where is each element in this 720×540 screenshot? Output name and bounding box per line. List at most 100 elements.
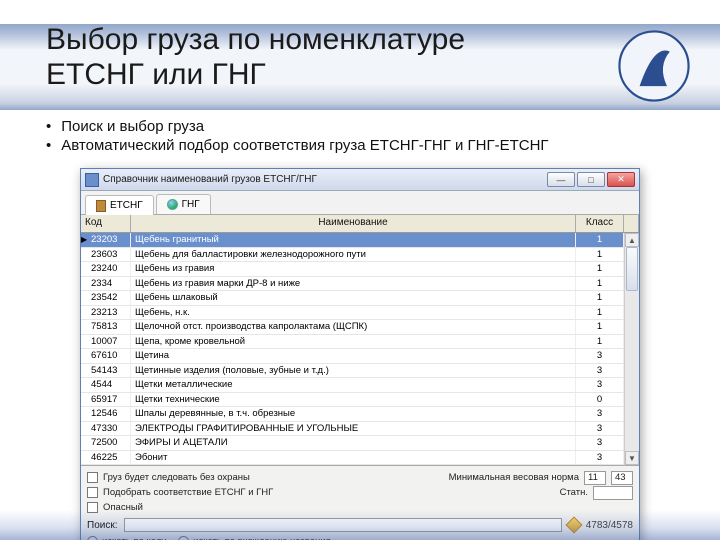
- cell-name: Эвкоммия: [131, 465, 576, 466]
- cell-name: Щебень шлаковый: [131, 291, 576, 305]
- table-row[interactable]: 72500ЭФИРЫ И АЦЕТАЛИ3: [81, 436, 624, 451]
- checkbox-match[interactable]: [87, 487, 98, 498]
- scroll-down-button[interactable]: ▼: [625, 451, 639, 465]
- cell-code: 75813: [81, 320, 131, 334]
- cell-name: ЭФИРЫ И АЦЕТАЛИ: [131, 436, 576, 450]
- scroll-up-button[interactable]: ▲: [625, 233, 639, 247]
- table-row[interactable]: 23542Щебень шлаковый1: [81, 291, 624, 306]
- cell-code: 47330: [81, 422, 131, 436]
- cell-name: Щепа, кроме кровельной: [131, 335, 576, 349]
- scrollbar-vertical[interactable]: ▲ ▼: [624, 233, 639, 466]
- table-header: Код Наименование Класс: [81, 215, 639, 233]
- static-input[interactable]: [593, 486, 633, 500]
- tab-bar: ЕТСНГ ГНГ: [81, 191, 639, 215]
- tab-label: ГНГ: [182, 199, 200, 210]
- table-row[interactable]: 47330ЭЛЕКТРОДЫ ГРАФИТИРОВАННЫЕ И УГОЛЬНЫ…: [81, 422, 624, 437]
- cell-class: 1: [576, 248, 624, 262]
- cell-class: 3: [576, 407, 624, 421]
- min-weight-label: Минимальная весовая норма: [449, 472, 579, 483]
- checkbox-label: Подобрать соответствие ЕТСНГ и ГНГ: [103, 487, 273, 498]
- cell-class: 1: [576, 262, 624, 276]
- table-row[interactable]: 4544Щетки металлические3: [81, 378, 624, 393]
- table-row[interactable]: 46225Эбонит3: [81, 451, 624, 466]
- bullet-item: Поиск и выбор груза: [46, 118, 549, 135]
- cell-class: 1: [576, 306, 624, 320]
- cell-code: 2334: [81, 277, 131, 291]
- table-row[interactable]: 54143Щетинные изделия (половые, зубные и…: [81, 364, 624, 379]
- table-row[interactable]: 75813Щелочной отст. производства капрола…: [81, 320, 624, 335]
- cell-class: 1: [576, 291, 624, 305]
- slide-title: Выбор груза по номенклатуре ЕТСНГ или ГН…: [46, 22, 566, 93]
- cell-name: Эбонит: [131, 451, 576, 465]
- bullet-item: Автоматический подбор соответствия груза…: [46, 137, 549, 154]
- minimize-button[interactable]: —: [547, 172, 575, 187]
- cell-code: 23203: [81, 233, 131, 247]
- cell-code: 72500: [81, 436, 131, 450]
- tab-gng[interactable]: ГНГ: [156, 194, 211, 214]
- table-row[interactable]: 23203Щебень гранитный1: [81, 233, 624, 248]
- cell-class: 3: [576, 451, 624, 465]
- cell-code: 23240: [81, 262, 131, 276]
- col-name[interactable]: Наименование: [131, 215, 576, 232]
- table-row[interactable]: 12546Шпалы деревянные, в т.ч. обрезные3: [81, 407, 624, 422]
- cell-name: Щебень из гравия: [131, 262, 576, 276]
- table-row[interactable]: 65917Щетки технические0: [81, 393, 624, 408]
- cell-class: 1: [576, 320, 624, 334]
- checkbox-without-guard[interactable]: [87, 472, 98, 483]
- window-title: Справочник наименований грузов ЕТСНГ/ГНГ: [103, 174, 545, 185]
- cell-class: 3: [576, 364, 624, 378]
- close-button[interactable]: ✕: [607, 172, 635, 187]
- titlebar[interactable]: Справочник наименований грузов ЕТСНГ/ГНГ…: [81, 169, 639, 191]
- checkbox-label: Груз будет следовать без охраны: [103, 472, 250, 483]
- cell-name: Щетина: [131, 349, 576, 363]
- cell-name: Щетки металлические: [131, 378, 576, 392]
- table-row[interactable]: 10007Щепа, кроме кровельной1: [81, 335, 624, 350]
- cell-code: 46225: [81, 451, 131, 465]
- min-weight-input-b[interactable]: 43: [611, 471, 633, 485]
- min-weight-input-a[interactable]: 11: [584, 471, 606, 485]
- col-scroll-spacer: [624, 215, 639, 232]
- scroll-track[interactable]: [625, 247, 639, 451]
- cell-code: 67610: [81, 349, 131, 363]
- tab-label: ЕТСНГ: [110, 200, 143, 211]
- globe-icon: [167, 199, 178, 210]
- cell-code: 12546: [81, 407, 131, 421]
- tab-etsng[interactable]: ЕТСНГ: [85, 195, 154, 215]
- table-row[interactable]: 67610Щетина3: [81, 349, 624, 364]
- cell-name: Щелочной отст. производства капролактама…: [131, 320, 576, 334]
- cell-name: Щебень для балластировки железнодорожног…: [131, 248, 576, 262]
- col-code[interactable]: Код: [81, 215, 131, 232]
- cell-class: 3: [576, 349, 624, 363]
- cell-code: 65917: [81, 393, 131, 407]
- cell-class: 1: [576, 277, 624, 291]
- cell-name: Щебень гранитный: [131, 233, 576, 247]
- table-row[interactable]: 23240Щебень из гравия1: [81, 262, 624, 277]
- cell-code: 23213: [81, 306, 131, 320]
- scroll-thumb[interactable]: [626, 247, 638, 291]
- cell-class: 1: [576, 233, 624, 247]
- cell-code: 23542: [81, 291, 131, 305]
- table-body[interactable]: 23203Щебень гранитный123603Щебень для ба…: [81, 233, 624, 466]
- table-row[interactable]: 23603Щебень для балластировки железнодор…: [81, 248, 624, 263]
- static-label: Статн.: [560, 487, 588, 498]
- logo: [618, 30, 690, 107]
- book-icon: [96, 200, 106, 212]
- slide-bullets: Поиск и выбор груза Автоматический подбо…: [46, 118, 549, 156]
- col-class[interactable]: Класс: [576, 215, 624, 232]
- cell-code: 4544: [81, 378, 131, 392]
- cell-class: 3: [576, 378, 624, 392]
- cell-code: 10007: [81, 335, 131, 349]
- footer-decoration: [0, 510, 720, 540]
- table-row[interactable]: 26156Эвкоммия3: [81, 465, 624, 466]
- dialog-window: Справочник наименований грузов ЕТСНГ/ГНГ…: [80, 168, 640, 540]
- table-row[interactable]: 23213Щебень, н.к.1: [81, 306, 624, 321]
- cell-name: Щетинные изделия (половые, зубные и т.д.…: [131, 364, 576, 378]
- cell-class: 0: [576, 393, 624, 407]
- cell-name: Щебень, н.к.: [131, 306, 576, 320]
- table-row[interactable]: 2334Щебень из гравия марки ДР-8 и ниже1: [81, 277, 624, 292]
- cell-name: Щебень из гравия марки ДР-8 и ниже: [131, 277, 576, 291]
- cell-name: ЭЛЕКТРОДЫ ГРАФИТИРОВАННЫЕ И УГОЛЬНЫЕ: [131, 422, 576, 436]
- maximize-button[interactable]: □: [577, 172, 605, 187]
- cell-name: Щетки технические: [131, 393, 576, 407]
- cell-code: 26156: [81, 465, 131, 466]
